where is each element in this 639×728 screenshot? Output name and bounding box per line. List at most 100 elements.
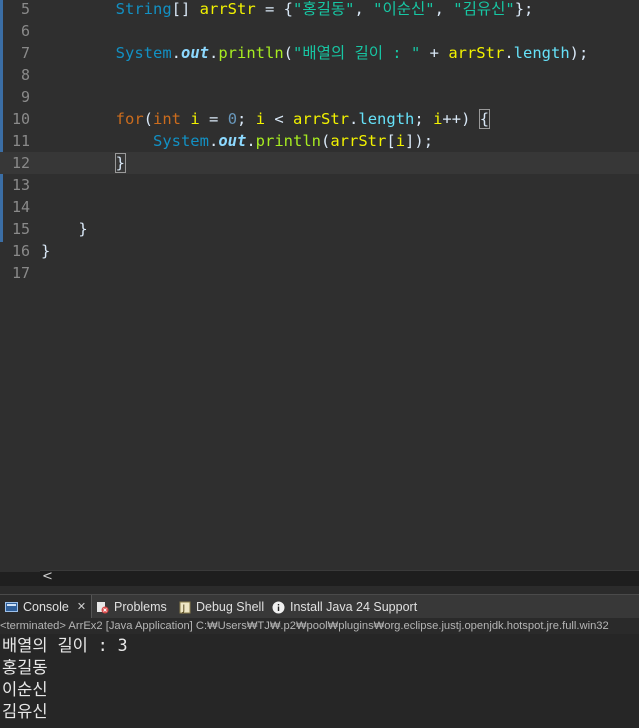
scroll-left-icon[interactable]: < [42, 569, 53, 584]
token: , [354, 0, 374, 18]
token: }; [514, 0, 534, 18]
token: . [171, 44, 181, 62]
close-icon[interactable]: ✕ [77, 596, 86, 619]
token: < [265, 110, 294, 128]
token: . [209, 44, 219, 62]
token: ; [414, 110, 434, 128]
line-number: 17 [11, 264, 30, 282]
tab-console[interactable]: Console ✕ [0, 595, 92, 619]
line-number: 6 [20, 22, 30, 40]
token: . [246, 132, 256, 150]
console-line: 이순신 [2, 680, 48, 699]
token: . [349, 110, 359, 128]
horizontal-scrollbar[interactable]: < [40, 569, 639, 587]
code-line-6[interactable]: 6 [0, 20, 639, 42]
bottom-panel-tabs: Console ✕ Problems J Debug Shell Install… [0, 594, 639, 619]
line-number: 10 [11, 110, 30, 128]
console-icon [5, 601, 18, 614]
token: ); [569, 44, 589, 62]
code-line-15[interactable]: 15 } [0, 218, 639, 240]
console-output[interactable]: 배열의 길이 : 3 홍길동 이순신 김유신 [0, 634, 639, 728]
token-variable: i [190, 110, 200, 128]
line-number: 7 [20, 44, 30, 62]
matching-bracket: } [114, 153, 127, 173]
tab-install-java-support[interactable]: Install Java 24 Support [272, 595, 417, 619]
token-keyword: for [115, 110, 144, 128]
code-text[interactable]: System.out.println("배열의 길이 : " + arrStr.… [41, 42, 589, 64]
code-line-12-current[interactable]: 12 } [0, 152, 639, 174]
code-line-7[interactable]: 7 System.out.println("배열의 길이 : " + arrSt… [0, 42, 639, 64]
code-editor[interactable]: 5 String[] arrStr = {"홍길동", "이순신", "김유신"… [0, 0, 639, 572]
matching-bracket: { [478, 109, 491, 129]
token-string: "홍길동" [292, 0, 355, 18]
token-type: System [152, 132, 209, 150]
console-status-line: <terminated> ArrEx2 [Java Application] C… [0, 618, 639, 635]
token-number: 0 [227, 110, 238, 128]
token-variable: arrStr [199, 0, 256, 18]
token: [] [171, 0, 200, 18]
code-line-14[interactable]: 14 [0, 196, 639, 218]
token: ++) [442, 110, 480, 128]
code-text[interactable]: } [41, 240, 50, 262]
token: ( [321, 132, 331, 150]
tab-label: Debug Shell [196, 599, 265, 614]
token-string: "김유신" [453, 0, 515, 18]
console-line: 김유신 [2, 702, 48, 721]
tab-label: Install Java 24 Support [290, 599, 418, 614]
code-text[interactable]: for(int i = 0; i < arrStr.length; i++) { [41, 108, 491, 130]
token: + [420, 44, 449, 62]
code-line-9[interactable]: 9 [0, 86, 639, 108]
code-line-13[interactable]: 13 [0, 174, 639, 196]
token: = { [255, 0, 293, 18]
line-number: 9 [20, 88, 30, 106]
info-icon [272, 601, 285, 614]
token-variable: arrStr [293, 110, 350, 128]
token-field: length [358, 110, 415, 128]
token-type: String [115, 0, 172, 18]
problems-icon [96, 601, 109, 614]
code-text[interactable]: String[] arrStr = {"홍길동", "이순신", "김유신"}; [41, 0, 534, 20]
svg-text:J: J [181, 604, 185, 614]
tab-label: Problems [114, 599, 167, 614]
debug-shell-icon: J [178, 601, 191, 614]
code-text[interactable]: } [41, 152, 127, 174]
token: } [41, 242, 51, 260]
code-line-16[interactable]: 16 } [0, 240, 639, 262]
token-field: out [181, 44, 209, 62]
console-line: 배열의 길이 : 3 [2, 636, 128, 655]
token: ; [237, 110, 256, 128]
text-cursor [125, 155, 126, 172]
token: ]); [405, 132, 434, 150]
code-line-8[interactable]: 8 [0, 64, 639, 86]
token-variable: arrStr [448, 44, 505, 62]
token: = [199, 110, 228, 128]
console-line: 홍길동 [2, 658, 48, 677]
token-string: "배열의 길이 : " [293, 44, 421, 62]
tab-label: Console [23, 599, 69, 614]
line-number: 15 [11, 220, 30, 238]
code-line-11[interactable]: 11 System.out.println(arrStr[i]); [0, 130, 639, 152]
token: , [434, 0, 454, 18]
token: ( [143, 110, 153, 128]
token-type: System [115, 44, 172, 62]
token-method: println [255, 132, 321, 150]
token: } [78, 220, 88, 238]
panel-divider[interactable] [0, 586, 639, 594]
code-text[interactable]: System.out.println(arrStr[i]); [41, 130, 433, 152]
token: . [208, 132, 219, 150]
line-number: 5 [20, 0, 30, 18]
token-variable: i [395, 132, 406, 150]
tab-problems[interactable]: Problems [96, 595, 167, 619]
line-number: 16 [11, 242, 30, 260]
code-line-17[interactable]: 17 [0, 262, 639, 284]
token-variable: arrStr [330, 132, 387, 150]
code-text[interactable]: } [41, 218, 88, 240]
line-number: 11 [11, 132, 30, 150]
token-variable: i [433, 110, 443, 128]
code-line-5[interactable]: 5 String[] arrStr = {"홍길동", "이순신", "김유신"… [0, 0, 639, 20]
token-field: out [218, 132, 247, 150]
line-number: 13 [11, 176, 30, 194]
tab-debug-shell[interactable]: J Debug Shell [178, 595, 264, 619]
code-line-10[interactable]: 10 for(int i = 0; i < arrStr.length; i++… [0, 108, 639, 130]
